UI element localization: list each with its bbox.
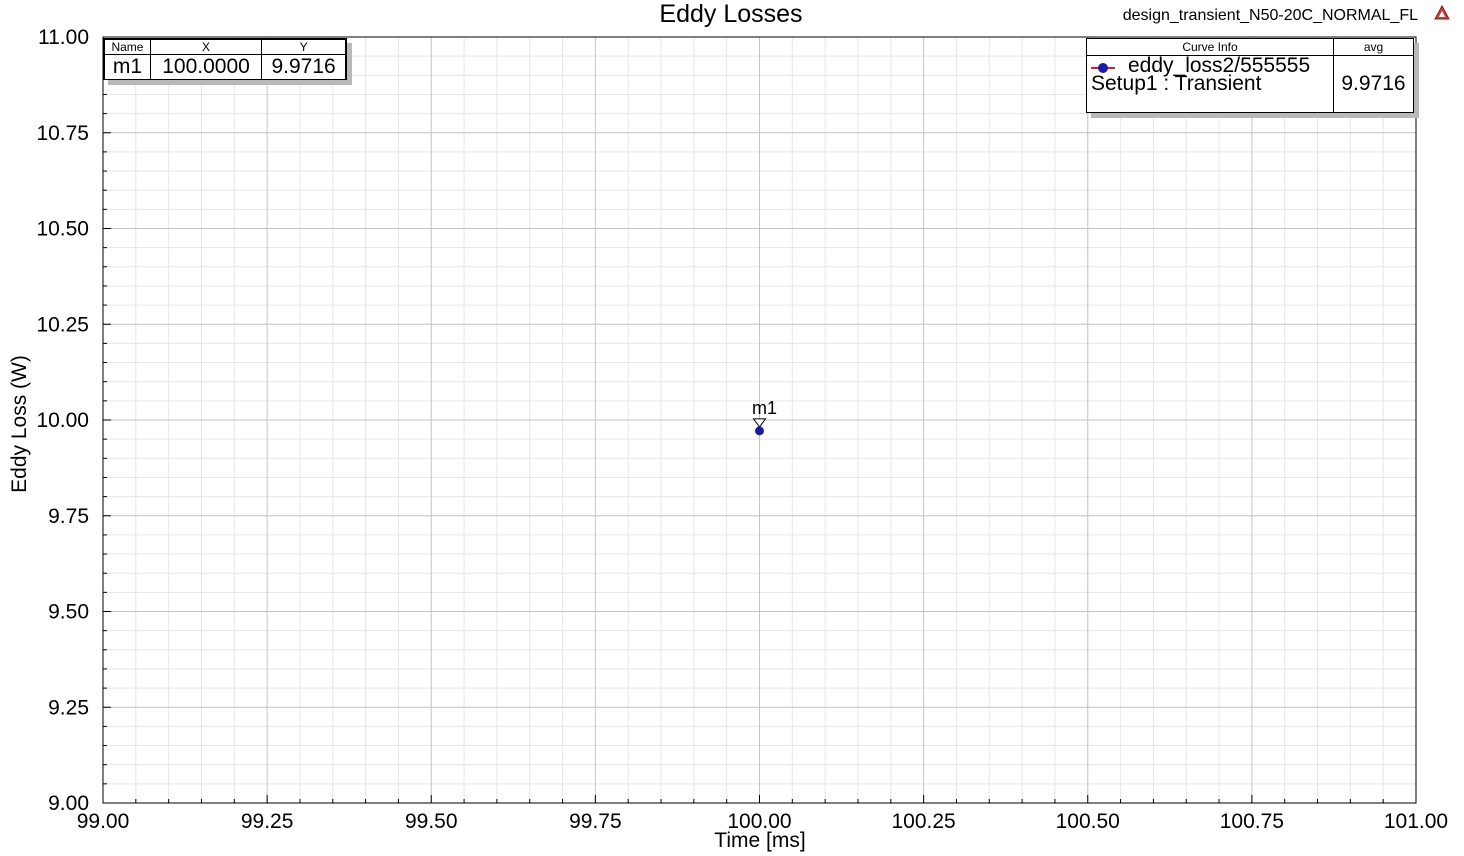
marker-table-header-x: X [149,39,263,55]
y-tick-label: 9.75 [48,505,89,528]
x-tick-label: 100.75 [1220,810,1284,833]
x-axis-label: Time [ms] [714,829,805,852]
series-point [755,426,764,436]
x-tick-label: 99.25 [241,810,294,833]
warning-triangle-icon[interactable] [1434,4,1450,20]
y-tick-label: 10.00 [36,409,89,432]
y-tick-label: 10.75 [36,122,89,145]
x-tick-label: 99.50 [405,810,458,833]
chart-title: Eddy Losses [659,0,802,28]
y-tick-label: 10.25 [36,313,89,336]
marker-triangle-icon [752,418,767,428]
y-tick-label: 10.50 [36,218,89,241]
design-name: design_transient_N50-20C_NORMAL_FL [1123,7,1418,24]
legend-header-avg: avg [1363,40,1384,54]
legend-avg-value: 9.9716 [1341,72,1406,95]
series-points [755,426,764,436]
marker-table-cell-x: 100.0000 [149,54,263,80]
x-tick-label: 99.00 [77,810,130,833]
x-tick-label: 101.00 [1384,810,1448,833]
legend-box[interactable]: Curve Info avg eddy_loss2/555555 Setup1 … [1086,38,1414,113]
y-tick-label: 9.25 [48,696,89,719]
marker-table-header-name: Name [104,39,151,55]
legend-setup-name: Setup1 : Transient [1091,72,1262,95]
marker-table-cell-name: m1 [104,54,151,80]
x-tick-label: 100.25 [892,810,956,833]
x-tick-label: 99.75 [569,810,622,833]
plot-canvas: Eddy Losses design_transient_N50-20C_NOR… [8,0,1450,852]
y-axis-label: Eddy Loss (W) [8,355,31,493]
marker-table-cell-y: 9.9716 [261,54,346,80]
legend-header-curve-info: Curve Info [1182,40,1238,54]
marker-table[interactable]: Name X Y m1 100.0000 9.9716 [103,38,347,80]
y-tick-label: 11.00 [38,26,89,49]
x-tick-label: 100.50 [1056,810,1120,833]
marker-m1[interactable]: m1 [752,398,777,428]
y-tick-labels: 9.009.259.509.7510.0010.2510.5010.7511.0… [36,26,89,815]
marker-label: m1 [752,398,777,418]
marker-table-header-y: Y [261,39,346,55]
y-tick-label: 9.50 [48,601,89,624]
